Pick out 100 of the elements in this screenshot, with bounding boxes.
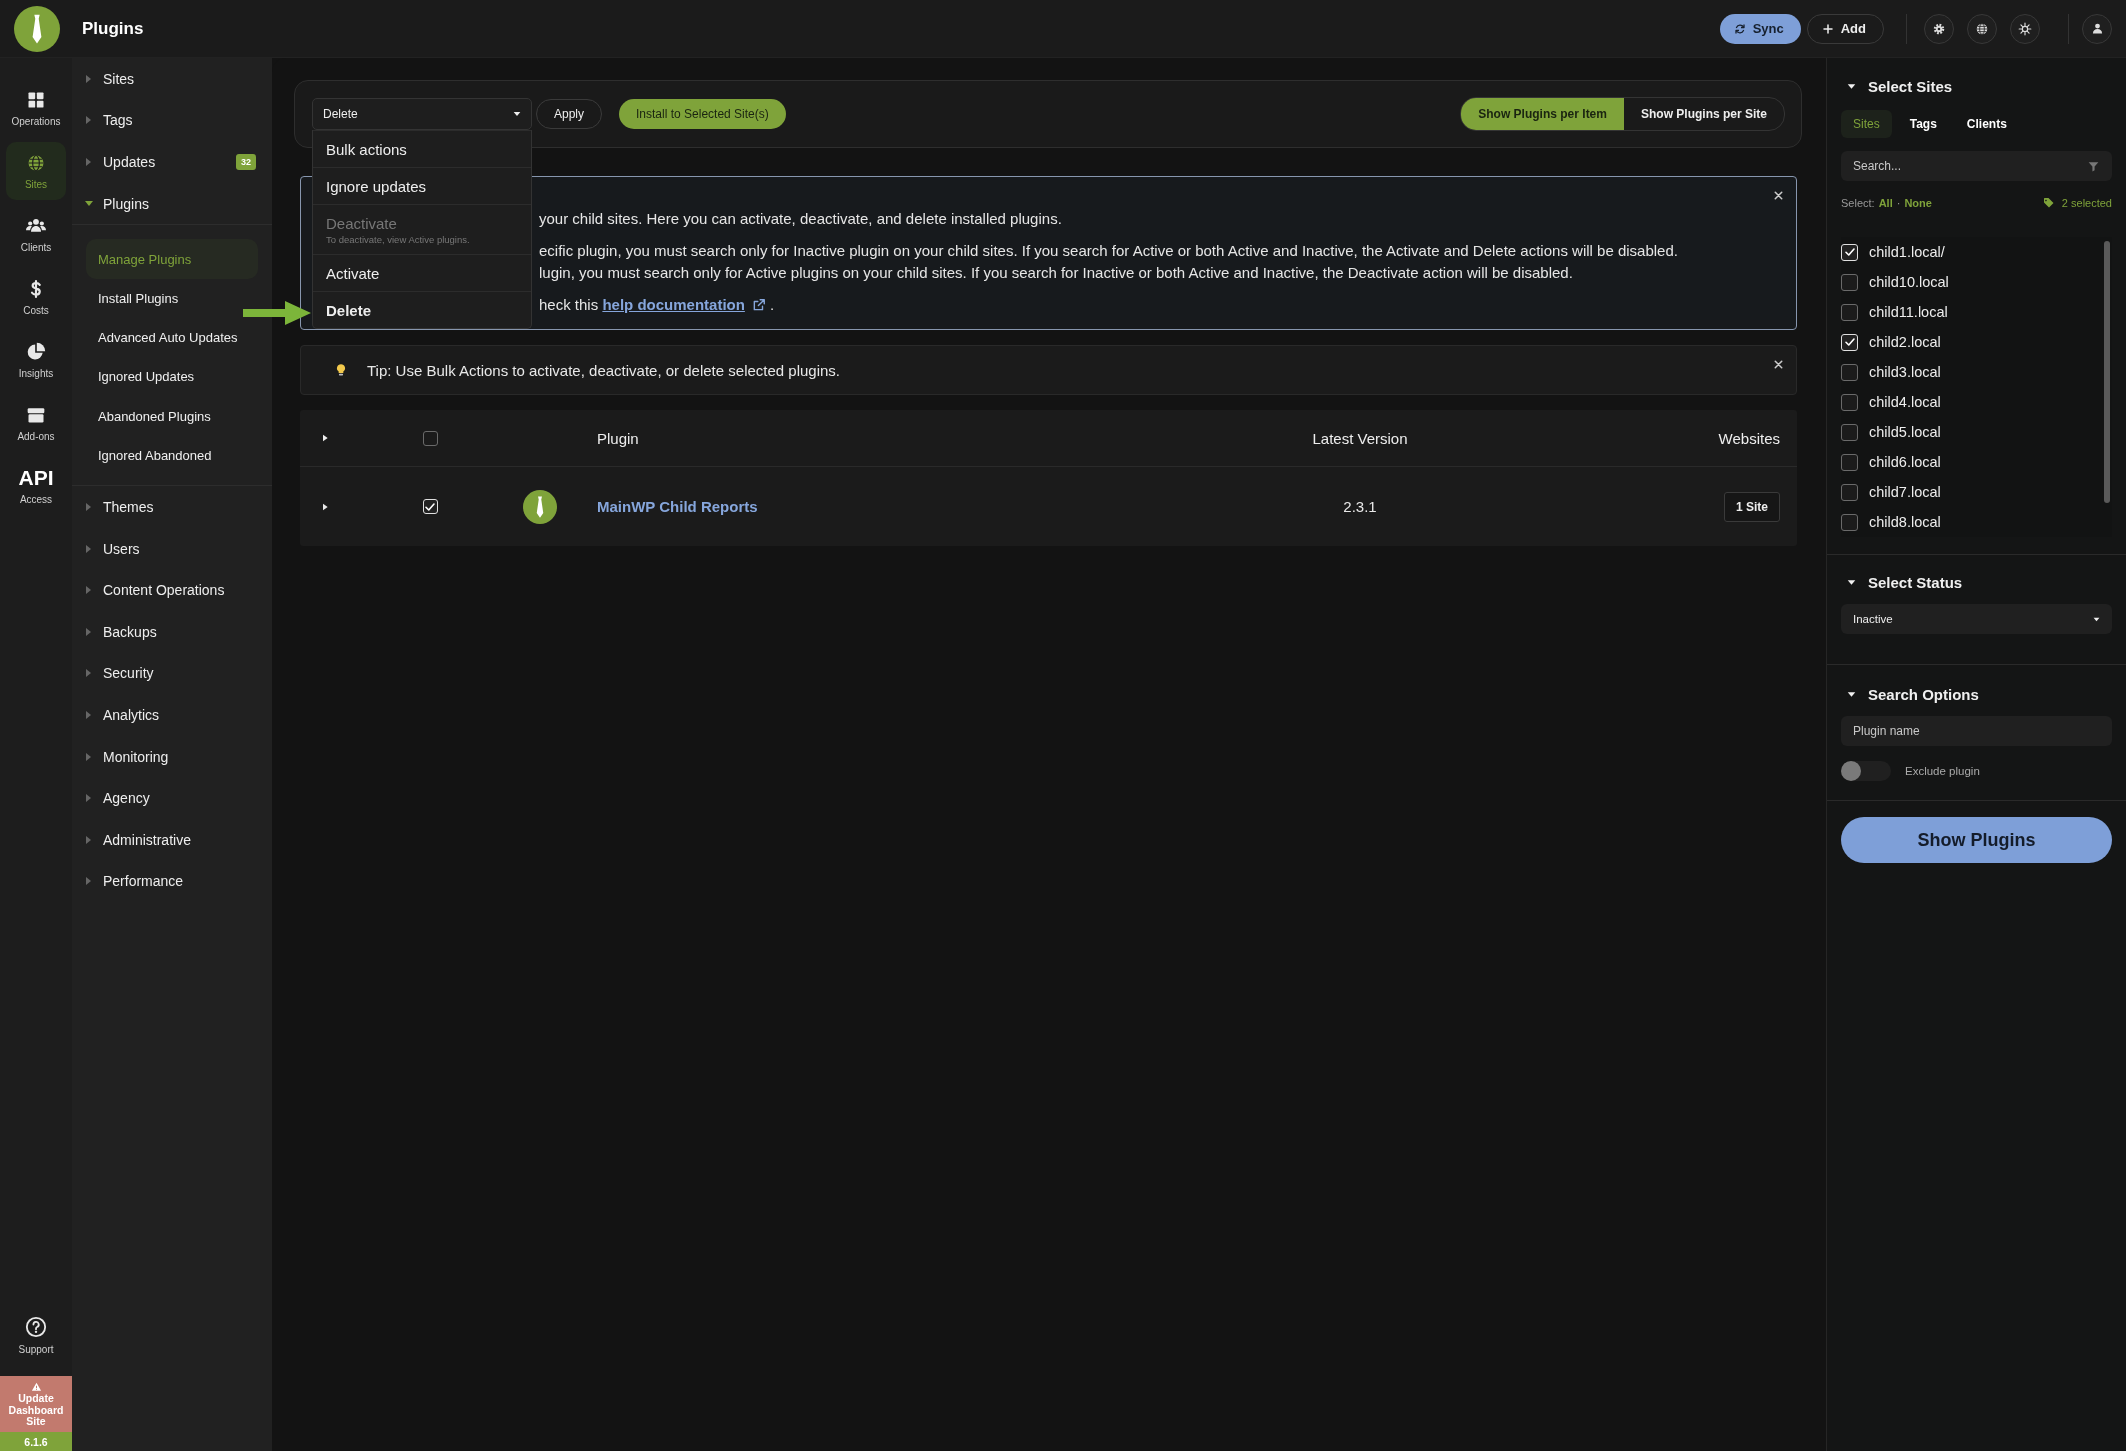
select-all-link[interactable]: All: [1878, 197, 1893, 209]
checkmark-icon: [1843, 336, 1856, 348]
rail-item[interactable]: Costs: [6, 268, 66, 326]
sync-icon: [1733, 22, 1746, 35]
status-select[interactable]: Inactive: [1841, 604, 2112, 634]
sun-button[interactable]: [2010, 13, 2040, 44]
nav-item[interactable]: Tags: [72, 99, 272, 142]
rail-item[interactable]: Clients: [6, 205, 66, 263]
page-title: Plugins: [82, 18, 144, 39]
toggle-label: Exclude plugin: [1905, 765, 1980, 777]
caret-icon: [85, 502, 93, 511]
rail-item[interactable]: Sites: [6, 142, 66, 200]
column-header: Latest Version: [1311, 429, 1409, 447]
nav-item[interactable]: Performance: [72, 860, 272, 903]
site-name: child11.local: [1869, 304, 1948, 320]
site-checkbox[interactable]: [1841, 393, 1858, 411]
notice-text: your child sites. Here you can activate, deactivate, and delete installed plugins.: [539, 209, 1063, 229]
row-checkbox[interactable]: [422, 499, 438, 514]
site-name: child5.local: [1869, 424, 1941, 440]
notice-text: ecific plugin, you must search only for Inactive plugin on your child sites. If you search for Active or both Active and Inactive, the Activate and Delete actions will be disabled.: [539, 241, 1679, 261]
plugin-name-link[interactable]: MainWP Child Reports: [597, 498, 758, 515]
expand-icon[interactable]: [321, 501, 329, 512]
nav-item[interactable]: Sites: [72, 58, 272, 100]
nav-item[interactable]: Administrative: [72, 818, 272, 861]
column-header: Plugin: [596, 429, 640, 447]
nav-item[interactable]: Analytics: [72, 694, 272, 736]
menu-option[interactable]: Activate: [313, 254, 531, 291]
rail-item[interactable]: API Access: [6, 457, 66, 515]
help-icon: [25, 1315, 47, 1338]
settings-button[interactable]: [1924, 13, 1954, 44]
site-checkbox[interactable]: [1841, 303, 1858, 321]
logo-icon: [14, 5, 60, 52]
caret-icon: [85, 627, 93, 636]
warning-icon: [30, 1382, 42, 1393]
show-plugins-button[interactable]: Show Plugins: [1841, 817, 2112, 863]
filter-tab[interactable]: Sites: [1841, 110, 1892, 138]
close-icon[interactable]: [1773, 190, 1784, 201]
select-none-link[interactable]: None: [1904, 197, 1932, 209]
user-button[interactable]: [2082, 13, 2112, 44]
rail-item[interactable]: Add-ons: [6, 394, 66, 452]
globe-button[interactable]: [1967, 13, 1997, 44]
nav-subitem[interactable]: Abandoned Plugins: [86, 396, 258, 436]
nav-subitem[interactable]: Ignored Abandoned: [86, 435, 258, 476]
site-name: child8.local: [1869, 514, 1941, 530]
sites-count-button[interactable]: 1 Site: [1724, 491, 1780, 522]
caret-icon: [85, 74, 93, 83]
site-checkbox[interactable]: [1841, 423, 1858, 441]
nav-subitem[interactable]: Ignored Updates: [86, 357, 258, 397]
nav-subitem[interactable]: Install Plugins: [86, 278, 258, 318]
site-checkbox[interactable]: [1841, 483, 1858, 501]
settings-icon: [1932, 21, 1946, 36]
search-field[interactable]: Search...: [1841, 151, 2112, 181]
help-link[interactable]: help documentation: [602, 294, 766, 316]
site-name: child1.local/: [1869, 244, 1945, 260]
pie-chart-icon: [26, 341, 46, 362]
filter-tab[interactable]: Tags: [1897, 110, 1949, 138]
nav-item[interactable]: Content Operations: [72, 569, 272, 611]
select-all-checkbox[interactable]: [422, 430, 438, 446]
site-name: child2.local: [1869, 334, 1941, 350]
separator-text: ·: [1896, 197, 1901, 209]
notice-text: heck this help documentation .: [539, 294, 1756, 316]
view-toggle[interactable]: Show Plugins per Site: [1623, 98, 1784, 130]
menu-option[interactable]: Ignore updates: [313, 167, 531, 204]
expand-icon[interactable]: [321, 433, 329, 443]
rail-item[interactable]: Insights: [6, 331, 66, 389]
nav-subitem[interactable]: Manage Plugins: [86, 239, 258, 279]
filter-tab[interactable]: Clients: [1954, 110, 2019, 138]
version-label: 6.1.6: [0, 1432, 72, 1451]
version-text: 2.3.1: [1342, 498, 1378, 515]
site-checkbox[interactable]: [1841, 453, 1858, 471]
support-item[interactable]: Support: [6, 1306, 66, 1365]
nav-item[interactable]: Monitoring: [72, 735, 272, 778]
plugin-logo-icon: [523, 489, 557, 524]
view-toggle[interactable]: Show Plugins per Item: [1461, 98, 1624, 130]
nav-item[interactable]: Themes: [72, 486, 272, 528]
menu-option[interactable]: Bulk actions: [313, 130, 531, 167]
install-button[interactable]: Install to Selected Site(s): [619, 99, 786, 129]
scrollbar[interactable]: [2104, 241, 2110, 503]
nav-item[interactable]: Plugins: [72, 182, 272, 225]
menu-option[interactable]: Delete: [313, 291, 531, 328]
nav-item[interactable]: Backups: [72, 610, 272, 653]
rail-item[interactable]: Operations: [6, 79, 66, 137]
site-checkbox[interactable]: [1841, 363, 1858, 381]
close-icon[interactable]: [1773, 359, 1784, 370]
sync-button[interactable]: Sync: [1719, 13, 1801, 44]
site-checkbox[interactable]: [1841, 513, 1858, 531]
caret-icon: [85, 586, 93, 595]
nav-item[interactable]: Agency: [72, 777, 272, 819]
caret-icon: [1847, 689, 1856, 699]
nav-item[interactable]: Updates 32: [72, 141, 272, 183]
caret-icon: [85, 794, 93, 803]
site-checkbox[interactable]: [1841, 273, 1858, 291]
nav-subitem[interactable]: Advanced Auto Updates: [86, 317, 258, 358]
nav-item[interactable]: Security: [72, 652, 272, 695]
pointer-arrow: [243, 300, 311, 326]
nav-item[interactable]: Users: [72, 527, 272, 570]
toggle-switch[interactable]: [1841, 761, 1891, 781]
caret-icon: [1847, 81, 1856, 91]
plus-icon: [1821, 22, 1834, 35]
plugin-name-field[interactable]: Plugin name: [1841, 716, 2112, 746]
